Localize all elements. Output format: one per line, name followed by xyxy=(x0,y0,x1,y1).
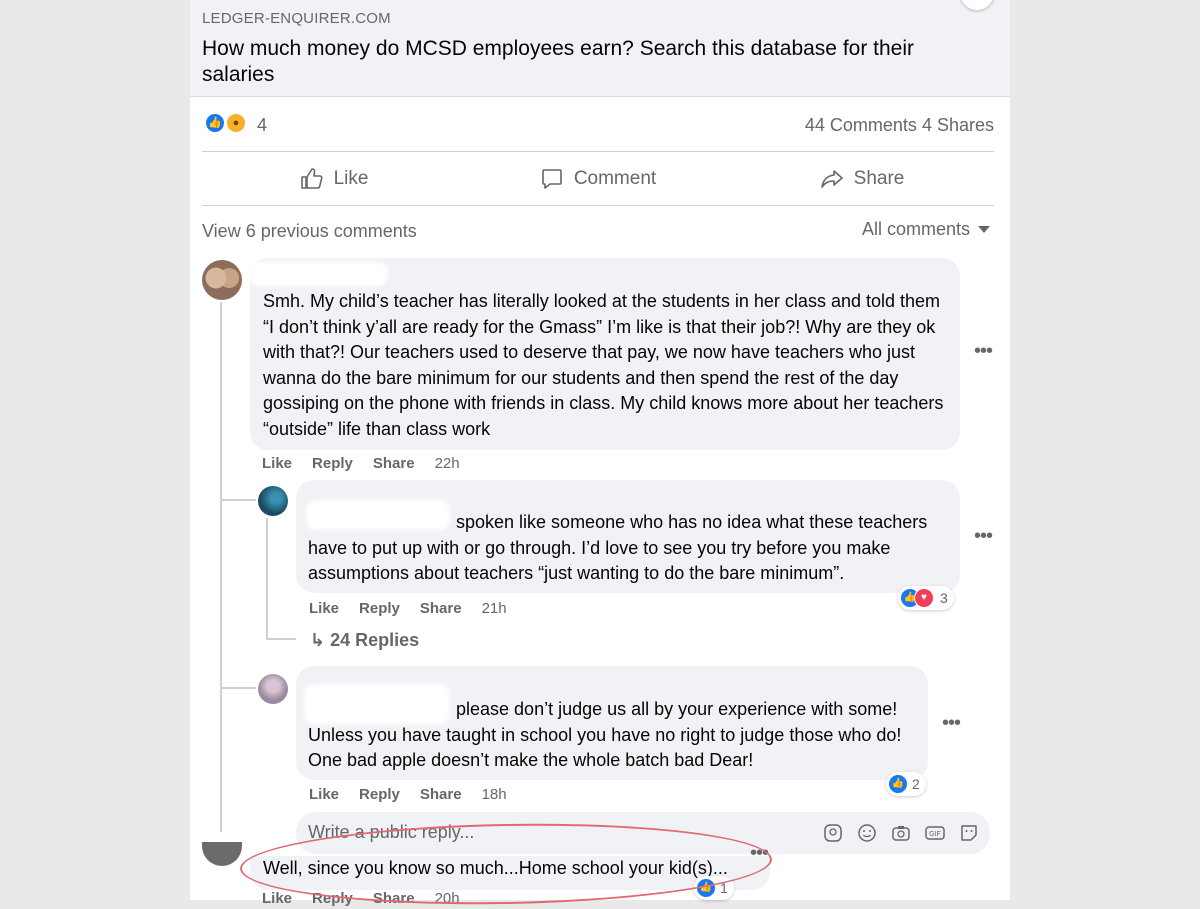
post-actions: Like Comment Share xyxy=(202,154,994,204)
like-link[interactable]: Like xyxy=(262,890,292,907)
share-arrow-icon xyxy=(820,170,843,188)
reply-link[interactable]: Reply xyxy=(359,786,400,803)
redacted-name xyxy=(250,262,388,286)
like-link[interactable]: Like xyxy=(262,455,292,472)
divider xyxy=(202,205,994,206)
like-link[interactable]: Like xyxy=(309,786,339,803)
like-reaction-icon[interactable]: 👍 xyxy=(204,112,226,134)
timestamp[interactable]: 21h xyxy=(482,600,507,617)
more-options-icon[interactable]: ••• xyxy=(974,525,993,548)
more-options-icon[interactable]: ••• xyxy=(942,712,961,735)
share-link[interactable]: Share xyxy=(420,600,462,617)
link-headline[interactable]: How much money do MCSD employees earn? S… xyxy=(202,36,962,88)
post-card: LEDGER-ENQUIRER.COM How much money do MC… xyxy=(190,0,1010,909)
reaction-summary[interactable]: 👍 2 xyxy=(886,772,926,796)
reply-meta: Like Reply Share 21h xyxy=(309,600,507,617)
link-preview[interactable]: LEDGER-ENQUIRER.COM How much money do MC… xyxy=(190,0,1010,97)
emoji-icon[interactable] xyxy=(856,822,878,844)
reply-arrow-icon: ↳ xyxy=(310,630,326,650)
reaction-count[interactable]: 4 xyxy=(257,115,267,136)
love-reaction-icon: ♥ xyxy=(914,588,934,608)
view-replies-link[interactable]: ↳ 24 Replies xyxy=(310,630,419,651)
reply-meta: Like Reply Share 18h xyxy=(309,786,507,803)
reaction-summary[interactable]: 👍 ♥ 3 xyxy=(898,586,954,610)
wow-reaction-icon[interactable]: ● xyxy=(225,112,247,134)
sticker-icon[interactable] xyxy=(958,822,980,844)
comments-shares-count[interactable]: 44 Comments 4 Shares xyxy=(805,115,994,136)
comment-filter-label: All comments xyxy=(861,219,970,239)
post-stats: 👍 ● 4 44 Comments 4 Shares xyxy=(202,108,994,144)
timestamp[interactable]: 18h xyxy=(482,786,507,803)
reply-text: spoken like someone who has no idea what… xyxy=(308,512,928,584)
more-options-icon[interactable]: ••• xyxy=(974,340,993,363)
thread-branch xyxy=(266,638,296,640)
caret-down-icon xyxy=(978,226,990,233)
svg-text:GIF: GIF xyxy=(929,831,941,838)
comment-button[interactable]: Comment xyxy=(466,154,730,204)
share-label: Share xyxy=(853,168,905,189)
share-link[interactable]: Share xyxy=(420,786,462,803)
reply-tools: GIF xyxy=(822,822,980,844)
reaction-count: 3 xyxy=(940,590,948,606)
view-previous-comments-link[interactable]: View 6 previous comments xyxy=(202,221,417,242)
comment-meta: Like Reply Share 22h xyxy=(262,455,460,472)
share-link[interactable]: Share xyxy=(373,455,415,472)
thread-line xyxy=(266,518,268,638)
commenter-avatar[interactable] xyxy=(202,260,242,300)
reply-bubble: please don’t judge us all by your experi… xyxy=(296,666,928,780)
like-button[interactable]: Like xyxy=(202,154,466,204)
options-icon[interactable]: ? xyxy=(960,0,994,10)
avatar-sticker-icon[interactable] xyxy=(822,822,844,844)
thread-line xyxy=(220,302,222,832)
reply-text: please don’t judge us all by your experi… xyxy=(308,699,902,771)
camera-icon[interactable] xyxy=(890,822,912,844)
reaction-count: 2 xyxy=(912,776,920,792)
replier-avatar[interactable] xyxy=(258,674,288,704)
like-reaction-icon: 👍 xyxy=(888,774,908,794)
reply-link[interactable]: Reply xyxy=(312,455,353,472)
reply-bubble: spoken like someone who has no idea what… xyxy=(296,480,960,593)
thumbs-up-icon xyxy=(300,168,323,189)
like-label: Like xyxy=(333,168,369,189)
replier-avatar[interactable] xyxy=(258,486,288,516)
comment-label: Comment xyxy=(573,168,657,189)
comment-filter-dropdown[interactable]: All comments xyxy=(862,219,990,240)
thread-branch xyxy=(220,499,256,501)
divider xyxy=(202,151,994,152)
comments-count[interactable]: 44 Comments xyxy=(805,115,917,135)
timestamp[interactable]: 22h xyxy=(435,455,460,472)
gif-icon[interactable]: GIF xyxy=(924,822,946,844)
reply-link[interactable]: Reply xyxy=(359,600,400,617)
like-link[interactable]: Like xyxy=(309,600,339,617)
comment-text: Smh. My child’s teacher has literally lo… xyxy=(263,291,944,439)
commenter-avatar[interactable] xyxy=(202,842,242,866)
thread-branch xyxy=(220,687,256,689)
share-button[interactable]: Share xyxy=(730,154,994,204)
link-domain: LEDGER-ENQUIRER.COM xyxy=(202,10,391,27)
speech-bubble-icon xyxy=(542,169,562,189)
shares-count[interactable]: 4 Shares xyxy=(922,115,994,135)
comment-bubble: Smh. My child’s teacher has literally lo… xyxy=(250,258,960,450)
replies-count: 24 Replies xyxy=(330,630,420,650)
